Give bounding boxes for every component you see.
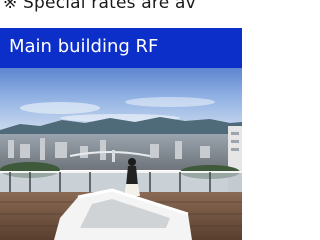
special-rates-notice-text: ※ Special rates are av <box>3 0 196 13</box>
section-title: Main building RF <box>9 36 159 57</box>
railing <box>0 172 242 192</box>
section-header: Main building RF <box>0 28 242 68</box>
rooftop-photo <box>0 68 242 240</box>
special-rates-notice: ※ Special rates are av <box>0 0 242 28</box>
